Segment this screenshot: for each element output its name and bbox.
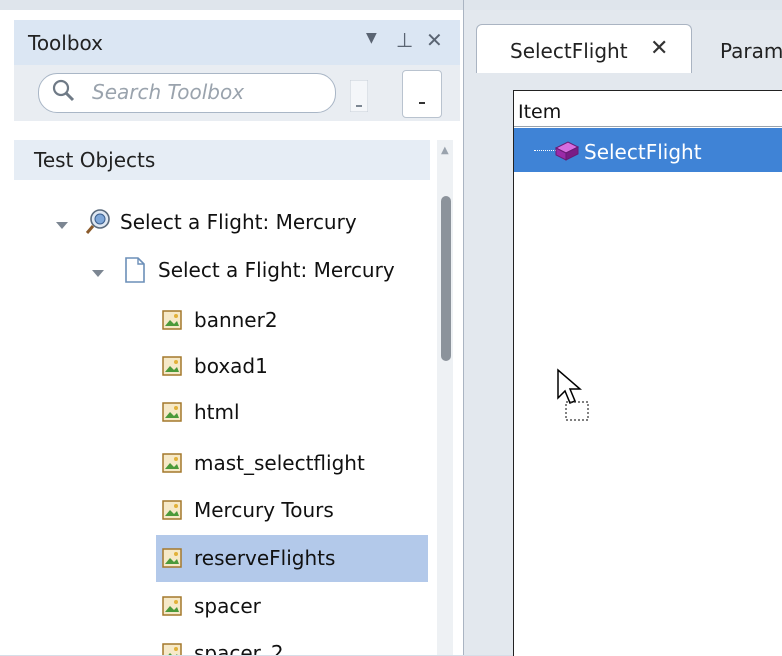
grid-row-label: SelectFlight — [584, 140, 702, 164]
chevron-down-icon — [419, 102, 425, 104]
tree-item-label: boxad1 — [194, 354, 268, 378]
tree-item-label: spacer_2 — [194, 641, 284, 655]
toolbox-top-strip — [0, 0, 463, 10]
tree-item-label: Mercury Tours — [194, 498, 334, 522]
editor-top-strip — [464, 0, 782, 10]
tree-item-label: spacer — [194, 594, 261, 618]
tab-label: SelectFlight — [510, 39, 628, 63]
tree-item-image[interactable]: spacer_2 — [156, 633, 428, 655]
tree-item-label: Select a Flight: Mercury — [120, 210, 357, 234]
image-icon — [162, 643, 182, 655]
tree-item-label: Select a Flight: Mercury — [158, 258, 395, 282]
image-icon — [162, 548, 182, 568]
toolbox-title: Toolbox — [28, 31, 103, 55]
tree-item-label: html — [194, 400, 240, 424]
scrollbar-thumb[interactable] — [441, 196, 451, 361]
header-divider — [514, 126, 782, 127]
drag-cursor-icon — [557, 368, 589, 421]
expand-triangle-icon[interactable] — [92, 270, 104, 277]
image-icon — [162, 500, 182, 520]
image-icon — [162, 453, 182, 473]
image-icon — [162, 596, 182, 616]
page-icon — [125, 257, 145, 283]
item-grid — [513, 90, 782, 656]
image-icon — [162, 356, 182, 376]
image-icon — [162, 310, 182, 330]
image-icon — [162, 402, 182, 422]
tree-item-image[interactable]: banner2 — [156, 300, 428, 340]
panel-menu-icon[interactable]: ▼ — [366, 30, 377, 46]
browser-icon — [85, 209, 110, 234]
close-icon[interactable]: ✕ — [426, 28, 443, 52]
tree-item-image[interactable]: boxad1 — [156, 346, 428, 386]
tab-close-icon[interactable]: ✕ — [650, 36, 668, 61]
search-placeholder: Search Toolbox — [92, 80, 245, 104]
scroll-up-icon[interactable]: ▲ — [441, 145, 449, 156]
column-header-item[interactable]: Item — [518, 101, 561, 123]
tree-item-page[interactable]: Select a Flight: Mercury — [88, 250, 430, 290]
tree-item-image[interactable]: Mercury Tours — [156, 490, 428, 530]
tree-item-label: banner2 — [194, 308, 278, 332]
tree-item-image[interactable]: mast_selectflight — [156, 443, 428, 483]
tree-item-image[interactable]: spacer — [156, 586, 428, 626]
tree-item-image[interactable]: html — [156, 392, 428, 432]
expand-triangle-icon[interactable] — [56, 222, 68, 229]
action-icon — [554, 141, 580, 161]
tree-item-browser[interactable]: Select a Flight: Mercury — [50, 202, 430, 242]
search-dropdown-icon[interactable] — [350, 80, 368, 112]
tree-item-label: mast_selectflight — [194, 451, 365, 475]
tree-item-label: reserveFlights — [194, 546, 336, 570]
group-label: Test Objects — [34, 148, 156, 172]
pin-icon[interactable]: ⊥ — [396, 28, 413, 52]
tab-param[interactable]: Param — [720, 39, 782, 63]
search-icon — [52, 79, 75, 102]
tree-item-image-selected[interactable]: reserveFlights — [156, 538, 428, 578]
toolbox-options-dropdown[interactable] — [402, 70, 442, 118]
